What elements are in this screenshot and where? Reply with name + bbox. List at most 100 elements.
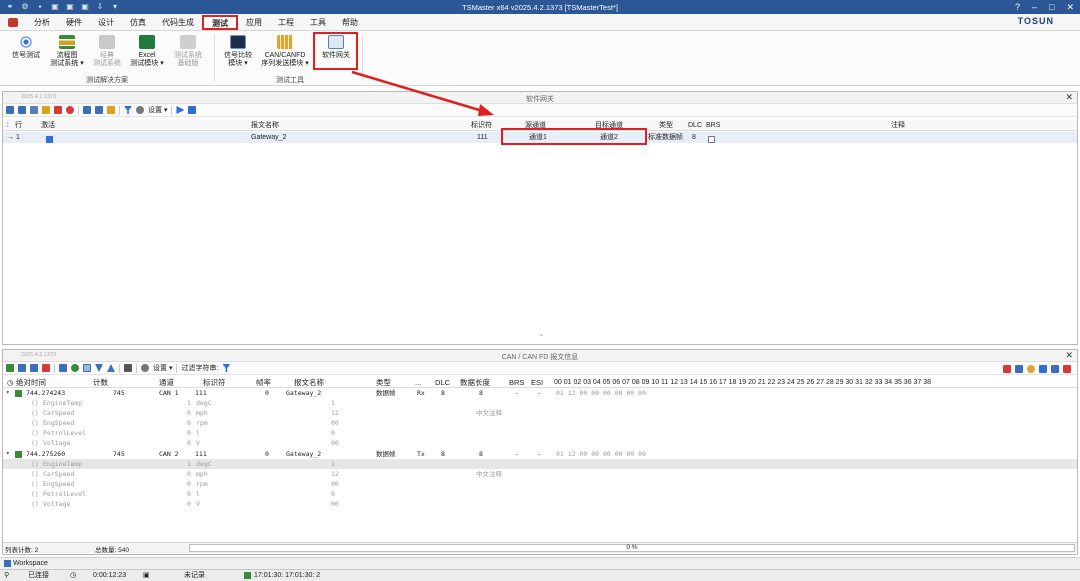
signal-row[interactable]: ⟨⟩ CarSpeed 0 mph 12 中文注释: [3, 408, 1077, 418]
frame-length: 8: [479, 450, 483, 458]
signal-row[interactable]: ⟨⟩ PetrolLevel 0 l 0: [3, 489, 1077, 499]
frame-count: 745: [113, 450, 125, 458]
signal-unit: degC: [196, 460, 212, 468]
signal-unit: l: [196, 490, 200, 498]
signal-row[interactable]: ⟨⟩ EngineTemp 1 degC 1: [3, 398, 1077, 408]
layout-icon[interactable]: [1051, 365, 1059, 373]
signal-unit: rpm: [196, 419, 208, 427]
timestamp-icon: [244, 571, 251, 581]
trace-frame-row[interactable]: ▾ 744.274243 745 CAN 1 111 0 Gateway_2 数…: [3, 388, 1077, 398]
col-identifier: 标识符: [203, 378, 226, 387]
trace-toolbar: 设置 ▾ 过滤字符串:: [3, 362, 1077, 375]
signal-raw: 1: [187, 399, 191, 407]
wrench-icon[interactable]: [1015, 365, 1023, 373]
expand-toggle-icon[interactable]: ▾: [6, 449, 10, 459]
frame-brs: -: [515, 389, 519, 397]
close-icon[interactable]: ✕: [1065, 350, 1073, 361]
col-message-name: 报文名称: [294, 378, 324, 387]
signal-value: 12: [331, 409, 339, 417]
signal-row[interactable]: ⟨⟩ PetrolLevel 0 l 0: [3, 428, 1077, 438]
signal-raw: 0: [187, 439, 191, 447]
camera-icon[interactable]: [124, 364, 132, 372]
col-time-icon: ◷: [7, 378, 14, 387]
frame-direction: Rx: [417, 389, 425, 397]
signal-raw: 0: [187, 470, 191, 478]
recording-status: 未记录: [184, 572, 205, 579]
signal-row[interactable]: ⟨⟩ EngSpeed 0 rpm 00: [3, 418, 1077, 428]
overwrite-mode-icon[interactable]: [83, 364, 91, 372]
settings-icon[interactable]: [141, 364, 149, 372]
signal-value: 00: [331, 439, 339, 447]
pause-icon[interactable]: [6, 364, 14, 372]
expand-toggle-icon[interactable]: ▾: [6, 388, 10, 398]
frame-count: 745: [113, 389, 125, 397]
signal-value: 00: [331, 419, 339, 427]
signal-icon: ⟨⟩: [31, 419, 39, 427]
message-icon: [15, 388, 22, 398]
save-icon[interactable]: [18, 364, 26, 372]
view-mode-icon[interactable]: [59, 364, 67, 372]
signal-unit: mph: [196, 409, 208, 417]
signal-unit: V: [196, 439, 200, 447]
signal-row[interactable]: ⟨⟩ Voltage 0 V 00: [3, 438, 1077, 448]
signal-row[interactable]: ⟨⟩ EngineTemp 1 degC 1: [3, 459, 1077, 469]
frame-type: 数据帧: [376, 389, 396, 397]
signal-row[interactable]: ⟨⟩ EngSpeed 0 rpm 00: [3, 479, 1077, 489]
trace-panel-header: 2025.4.2.1373 CAN / CAN FD 报文信息 ✕: [3, 350, 1077, 362]
record-icon[interactable]: [71, 364, 79, 372]
signal-value: 00: [331, 480, 339, 488]
signal-name: PetrolLevel: [43, 429, 87, 437]
signal-name: EngineTemp: [43, 460, 83, 468]
filter-label: 过滤字符串:: [181, 365, 219, 372]
signal-icon: ⟨⟩: [31, 480, 39, 488]
clear-icon[interactable]: [42, 364, 50, 372]
filter-icon[interactable]: [222, 364, 231, 372]
signal-icon: ⟨⟩: [31, 429, 39, 437]
trace-table-header: ◷ 绝对时间 计数 通道 标识符 帧率 报文名称 类型 ... DLC 数据长度…: [3, 377, 1077, 388]
signal-name: Voltage: [43, 439, 71, 447]
frame-rate: 0: [265, 389, 269, 397]
filter-icon[interactable]: [1039, 365, 1047, 373]
signal-raw: 1: [187, 460, 191, 468]
frame-id: 111: [195, 450, 207, 458]
frame-dlc: 8: [441, 389, 445, 397]
connection-icon[interactable]: ⚲: [4, 571, 9, 581]
trace-frame-row[interactable]: ▾ 744.275260 745 CAN 2 111 0 Gateway_2 数…: [3, 449, 1077, 459]
progress-label: 0 %: [626, 544, 638, 551]
frame-time: 744.274243: [26, 389, 66, 397]
signal-icon: ⟨⟩: [31, 409, 39, 417]
col-type: 类型: [376, 378, 391, 387]
copy-icon[interactable]: [30, 364, 38, 372]
signal-name: EngineTemp: [43, 399, 83, 407]
col-dlc: DLC: [435, 378, 451, 387]
workspace-tab[interactable]: Workspace: [4, 559, 48, 569]
signal-value: 0: [331, 429, 335, 437]
signal-raw: 0: [187, 419, 191, 427]
col-bytes: 00 01 02 03 04 05 06 07 08 09 10 11 12 1…: [554, 379, 932, 386]
connection-status: 已连接: [28, 572, 49, 579]
signal-unit: degC: [196, 399, 212, 407]
signal-row[interactable]: ⟨⟩ CarSpeed 0 mph 12 中文注释: [3, 469, 1077, 479]
signal-raw: 0: [187, 480, 191, 488]
collapse-icon[interactable]: [107, 364, 115, 372]
frame-note: 中文注释: [476, 409, 502, 417]
close-filter-icon[interactable]: [1003, 365, 1011, 373]
signal-row[interactable]: ⟨⟩ Voltage 0 V 00: [3, 499, 1077, 509]
link-icon[interactable]: [1027, 365, 1035, 373]
elapsed-time: 0:00:12:23: [93, 572, 127, 579]
signal-icon: ⟨⟩: [31, 470, 39, 478]
record-status-icon: ▣: [143, 572, 150, 579]
expand-icon[interactable]: [95, 364, 103, 372]
frame-type: 数据帧: [376, 450, 396, 458]
frame-id: 111: [195, 389, 207, 397]
frame-data: 01 12 00 00 00 00 00 00: [556, 389, 647, 397]
timestamp: 17:01:30: 17:01:30: 2: [254, 572, 321, 579]
signal-name: PetrolLevel: [43, 490, 87, 498]
signal-icon: ⟨⟩: [31, 439, 39, 447]
frame-esi: -: [537, 389, 541, 397]
signal-name: CarSpeed: [43, 470, 75, 478]
settings-dropdown[interactable]: 设置 ▾: [153, 363, 172, 373]
window-icon[interactable]: [1063, 365, 1071, 373]
signal-value: 00: [331, 500, 339, 508]
progress-bar: 0 %: [189, 544, 1075, 552]
